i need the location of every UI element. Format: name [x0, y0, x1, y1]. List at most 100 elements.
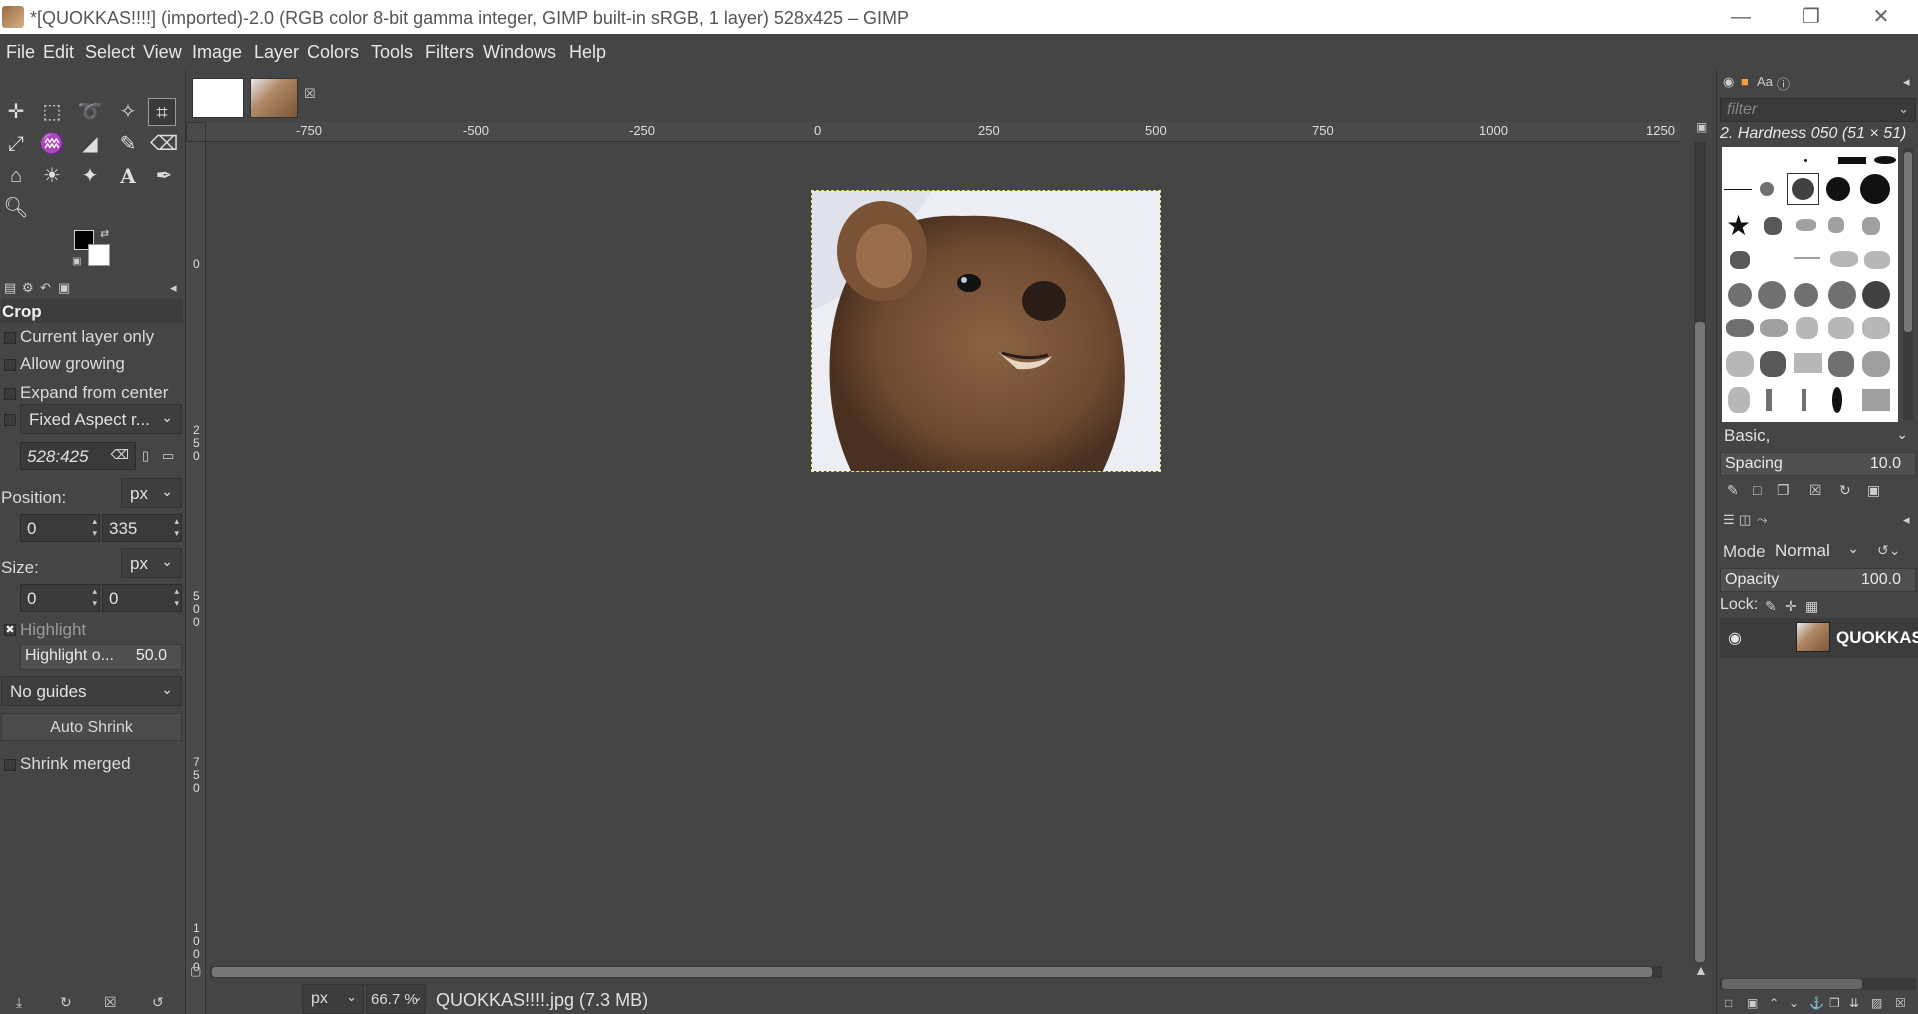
- brush-item[interactable]: [1726, 351, 1754, 377]
- paths-tab-icon[interactable]: ⤳: [1757, 512, 1767, 528]
- position-unit-dropdown[interactable]: px ⌄: [121, 478, 182, 508]
- layer-mask-icon[interactable]: ▨: [1871, 996, 1882, 1010]
- images-tab-icon[interactable]: ▣: [58, 280, 70, 296]
- clear-field-icon[interactable]: ⌫: [111, 447, 129, 463]
- brush-filter-input[interactable]: filter ⌄: [1720, 98, 1916, 122]
- layers-tab-icon[interactable]: ☰: [1723, 512, 1735, 528]
- highlight-opacity-slider[interactable]: Highlight o... 50.0: [20, 644, 182, 670]
- fuzzy-select-tool-icon[interactable]: ✧: [114, 98, 142, 126]
- layer-mode-dropdown[interactable]: Normal ⌄: [1767, 536, 1867, 566]
- brush-item[interactable]: [1862, 317, 1890, 339]
- size-height-field[interactable]: 0 ▴ ▾: [102, 584, 182, 612]
- fixed-aspect-checkbox[interactable]: [4, 414, 16, 426]
- spin-arrows-icon[interactable]: ▴ ▾: [174, 515, 179, 539]
- brush-item[interactable]: [1760, 319, 1788, 337]
- brush-item[interactable]: [1828, 217, 1844, 233]
- quokka-image[interactable]: [811, 190, 1161, 472]
- image-tab-blank[interactable]: [192, 78, 244, 118]
- smudge-tool-icon[interactable]: ☀: [38, 162, 66, 190]
- brush-item[interactable]: [1764, 217, 1782, 235]
- status-unit-dropdown[interactable]: px ⌄: [302, 984, 364, 1014]
- menu-help[interactable]: Help: [569, 42, 606, 63]
- shrink-merged-checkbox[interactable]: [4, 759, 16, 771]
- image-tab-quokkas[interactable]: [250, 78, 298, 118]
- menu-image[interactable]: Image: [192, 42, 242, 63]
- brush-item[interactable]: [1766, 389, 1772, 411]
- position-x-field[interactable]: 0 ▴ ▾: [20, 514, 100, 542]
- brush-grid-scrollbar[interactable]: [1903, 148, 1913, 420]
- warp-tool-icon[interactable]: ♒: [38, 130, 66, 158]
- spin-arrows-icon[interactable]: ▴ ▾: [174, 585, 179, 609]
- landscape-icon[interactable]: ▭: [162, 448, 174, 464]
- restore-icon[interactable]: ❐: [1782, 2, 1840, 32]
- brush-item[interactable]: [1758, 281, 1786, 309]
- position-y-field[interactable]: 335 ▴ ▾: [102, 514, 182, 542]
- fixed-aspect-dropdown[interactable]: Fixed Aspect r... ⌄: [20, 404, 182, 434]
- scroll-thumb[interactable]: [1722, 979, 1862, 989]
- quick-mask-icon[interactable]: ▢: [190, 964, 201, 978]
- vertical-scrollbar[interactable]: [1694, 142, 1706, 962]
- guides-dropdown[interactable]: No guides ⌄: [1, 676, 182, 706]
- close-tab-icon[interactable]: ☒: [304, 86, 316, 102]
- menu-view[interactable]: View: [143, 42, 182, 63]
- brush-item[interactable]: [1726, 319, 1754, 337]
- brush-item[interactable]: [1760, 351, 1786, 377]
- rect-select-tool-icon[interactable]: ⬚: [38, 98, 66, 126]
- new-layer-icon[interactable]: □: [1725, 996, 1732, 1010]
- menu-file[interactable]: File: [6, 42, 35, 63]
- menu-colors[interactable]: Colors: [307, 42, 359, 63]
- text-tool-icon[interactable]: A: [114, 162, 142, 190]
- delete-brush-icon[interactable]: ☒: [1809, 482, 1822, 499]
- crop-tool-icon[interactable]: ⌗: [148, 98, 176, 126]
- menu-edit[interactable]: Edit: [43, 42, 74, 63]
- minimize-icon[interactable]: —: [1712, 2, 1770, 32]
- menu-windows[interactable]: Windows: [483, 42, 556, 63]
- brush-item[interactable]: [1760, 182, 1774, 196]
- restore-preset-icon[interactable]: ↻: [60, 994, 72, 1011]
- eraser-icon[interactable]: ⌫: [150, 130, 178, 158]
- brush-item[interactable]: [1830, 251, 1858, 267]
- size-width-field[interactable]: 0 ▴ ▾: [20, 584, 100, 612]
- brush-item[interactable]: [1804, 159, 1807, 162]
- highlight-checkbox[interactable]: ✖: [4, 624, 16, 636]
- save-preset-icon[interactable]: ⤓: [16, 994, 22, 1011]
- clone-tool-icon[interactable]: ⌂: [2, 162, 30, 190]
- brush-item[interactable]: [1828, 317, 1854, 339]
- scroll-thumb[interactable]: [1904, 152, 1912, 332]
- close-icon[interactable]: ✕: [1852, 2, 1910, 32]
- size-unit-dropdown[interactable]: px ⌄: [121, 548, 182, 578]
- brush-item[interactable]: [1724, 189, 1752, 190]
- move-tool-icon[interactable]: ✛: [2, 98, 30, 126]
- lasso-tool-icon[interactable]: ➰: [76, 98, 104, 126]
- new-layer-group-icon[interactable]: ▣: [1747, 996, 1758, 1010]
- swap-colors-icon[interactable]: ⇄: [100, 227, 109, 240]
- reset-icon[interactable]: ↺: [152, 994, 164, 1011]
- patterns-tab-icon[interactable]: ■: [1741, 74, 1749, 89]
- brush-item[interactable]: [1832, 387, 1842, 413]
- zoom-to-fit-icon[interactable]: ▣: [1696, 120, 1707, 134]
- configure-tab-icon[interactable]: ◂: [170, 280, 177, 296]
- spin-arrows-icon[interactable]: ▴ ▾: [92, 515, 97, 539]
- delete-layer-icon[interactable]: ☒: [1895, 996, 1906, 1010]
- help-tab-icon[interactable]: ⓘ: [1777, 74, 1790, 93]
- device-status-tab-icon[interactable]: ⚙: [22, 280, 34, 296]
- layer-row[interactable]: ◉ QUOKKAS: [1720, 618, 1918, 658]
- layers-scrollbar[interactable]: [1720, 978, 1916, 990]
- horizontal-scrollbar[interactable]: [210, 966, 1662, 978]
- brush-item[interactable]: [1794, 257, 1820, 259]
- tool-options-tab-icon[interactable]: ▤: [4, 280, 16, 296]
- brush-item[interactable]: [1860, 174, 1890, 204]
- brush-item[interactable]: [1730, 251, 1750, 269]
- brush-item[interactable]: [1874, 156, 1896, 164]
- open-brush-folder-icon[interactable]: ▣: [1867, 482, 1880, 499]
- allow-growing-checkbox[interactable]: [4, 359, 16, 371]
- bucket-fill-icon[interactable]: ◢: [76, 130, 104, 158]
- layer-opacity-slider[interactable]: Opacity 100.0: [1720, 568, 1916, 592]
- zoom-dropdown[interactable]: 66.7 % ⌄: [366, 984, 426, 1014]
- scroll-thumb[interactable]: [212, 967, 1652, 977]
- mode-reset-icon[interactable]: ↺⌄: [1877, 542, 1900, 559]
- brush-item[interactable]: [1728, 387, 1750, 413]
- configure-tab-icon[interactable]: ◂: [1903, 74, 1910, 90]
- background-color-swatch[interactable]: [88, 244, 110, 266]
- raise-layer-icon[interactable]: ⌃: [1769, 996, 1779, 1010]
